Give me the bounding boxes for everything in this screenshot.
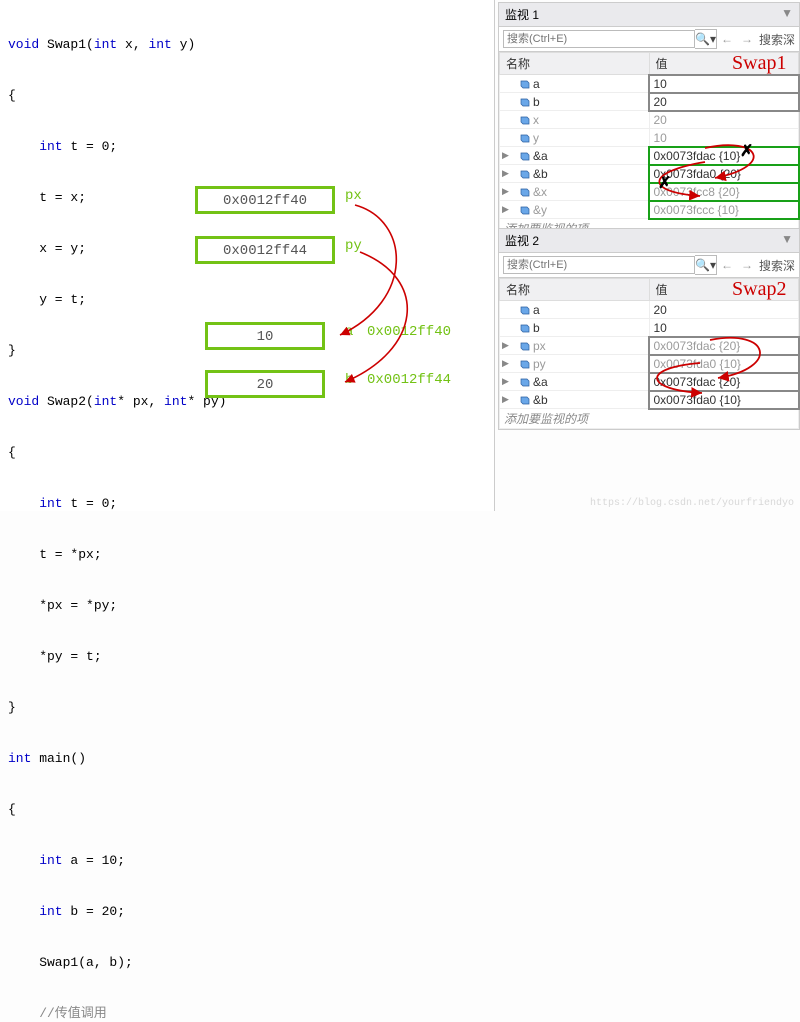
watch-panel-1: 监视 1 ▼ 🔍▾ ← → 搜索深 名称值 a10b20x20y10▶&a0x0… (498, 2, 800, 240)
search-icon[interactable]: 🔍▾ (695, 255, 717, 275)
watch-row[interactable]: ▶&x0x0073fcc8 {20} (500, 183, 799, 201)
watch2-search-input[interactable] (503, 256, 695, 274)
watch-row[interactable]: b20 (500, 93, 799, 111)
watch-panel-2: 监视 2 ▼ 🔍▾ ← → 搜索深 名称值 a20b10▶px0x0073fda… (498, 228, 800, 430)
watch2-title: 监视 2 ▼ (499, 229, 799, 253)
cube-icon (518, 341, 530, 351)
cube-icon (518, 377, 530, 387)
annot-b-addr: 0x0012ff44 (367, 372, 451, 388)
cube-icon (518, 205, 530, 215)
watch2-add-row[interactable]: 添加要监视的项 (500, 409, 799, 429)
search-depth-label: 搜索深 (757, 257, 795, 274)
annot-b-box: 20 (205, 370, 325, 398)
cube-icon (518, 395, 530, 405)
cube-icon (518, 187, 530, 197)
cube-icon (518, 115, 530, 125)
swap2-label: Swap2 (732, 278, 786, 301)
nav-back-icon[interactable]: ← (717, 258, 737, 272)
watch-row[interactable]: a10 (500, 75, 799, 93)
watch1-search-input[interactable] (503, 30, 695, 48)
search-depth-label: 搜索深 (757, 31, 795, 48)
watch-row[interactable]: x20 (500, 111, 799, 129)
cube-icon (518, 305, 530, 315)
watch-row[interactable]: ▶&a0x0073fdac {10} (500, 147, 799, 165)
nav-fwd-icon[interactable]: → (737, 258, 757, 272)
cube-icon (518, 359, 530, 369)
cube-icon (518, 323, 530, 333)
watch-row[interactable]: a20 (500, 301, 799, 319)
cube-icon (518, 169, 530, 179)
cube-icon (518, 97, 530, 107)
cube-icon (518, 79, 530, 89)
nav-fwd-icon[interactable]: → (737, 32, 757, 46)
watch-row[interactable]: ▶&b0x0073fda0 {10} (500, 391, 799, 409)
swap1-label: Swap1 (732, 52, 786, 75)
annot-px-label: px (345, 188, 362, 204)
watch1-title: 监视 1 ▼ (499, 3, 799, 27)
annot-a-box: 10 (205, 322, 325, 350)
annot-py-box: 0x0012ff44 (195, 236, 335, 264)
watch-row[interactable]: ▶px0x0073fdac {20} (500, 337, 799, 355)
annot-b-label: b (345, 372, 353, 388)
search-icon[interactable]: 🔍▾ (695, 29, 717, 49)
annot-a-label: a (345, 324, 353, 340)
watch-row[interactable]: ▶&a0x0073fdac {20} (500, 373, 799, 391)
watch1-table: 名称值 a10b20x20y10▶&a0x0073fdac {10}▶&b0x0… (499, 52, 799, 239)
watch-row[interactable]: ▶&b0x0073fda0 {20} (500, 165, 799, 183)
watch-row[interactable]: y10 (500, 129, 799, 147)
nav-back-icon[interactable]: ← (717, 32, 737, 46)
annot-a-addr: 0x0012ff40 (367, 324, 451, 340)
watch-row[interactable]: ▶py0x0073fda0 {10} (500, 355, 799, 373)
cube-icon (518, 151, 530, 161)
watch-row[interactable]: b10 (500, 319, 799, 337)
cube-icon (518, 133, 530, 143)
watch-row[interactable]: ▶&y0x0073fccc {10} (500, 201, 799, 219)
watermark: https://blog.csdn.net/yourfriendyo (590, 498, 794, 509)
annot-px-box: 0x0012ff40 (195, 186, 335, 214)
annot-py-label: py (345, 238, 362, 254)
